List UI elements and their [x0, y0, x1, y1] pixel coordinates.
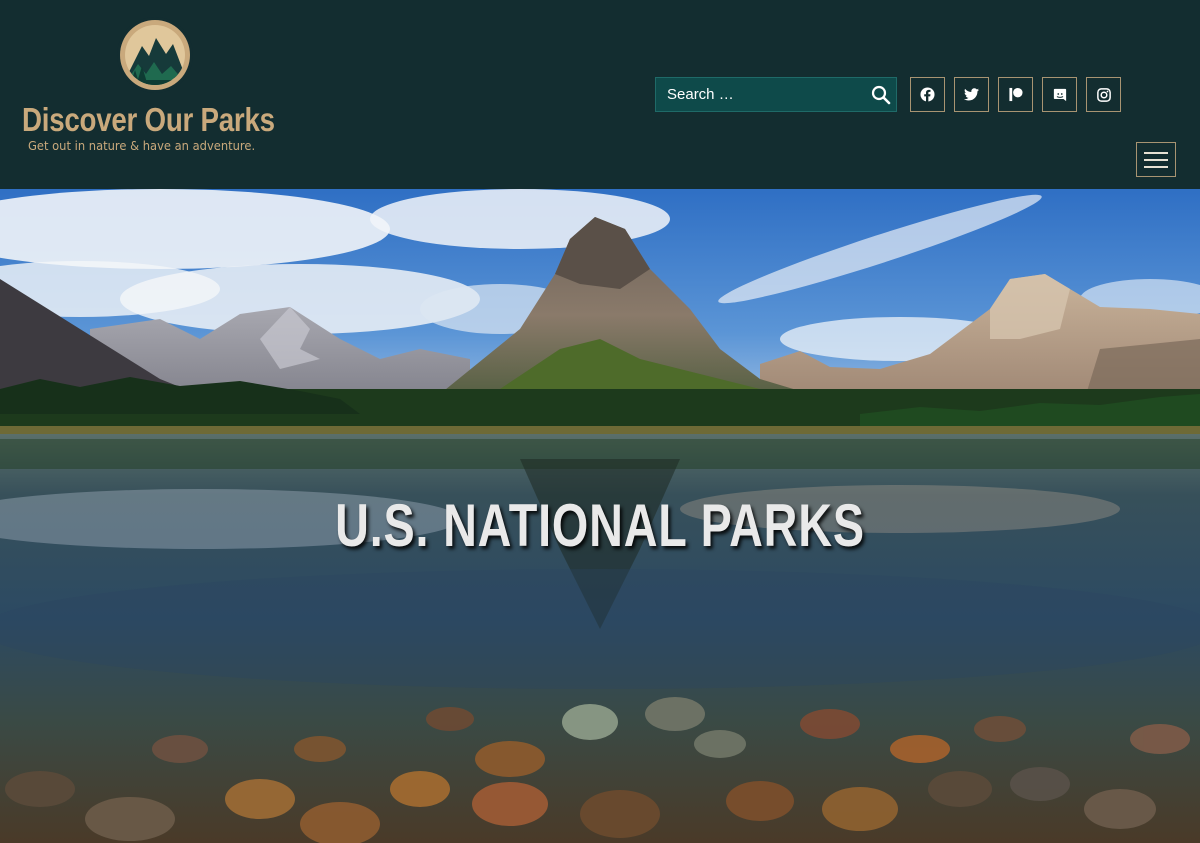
search-icon — [871, 85, 891, 104]
facebook-icon — [920, 87, 935, 102]
patreon-icon — [1009, 87, 1023, 102]
site-logo-link[interactable]: Discover Our Parks Get out in nature & h… — [22, 16, 292, 156]
hero-banner: U.S. NATIONAL PARKS — [0, 189, 1200, 843]
site-title: Discover Our Parks — [22, 101, 275, 138]
search-form — [655, 77, 897, 112]
instagram-link[interactable] — [1086, 77, 1121, 112]
mountain-emblem-icon — [117, 17, 193, 93]
search-input[interactable] — [656, 78, 866, 111]
discord-link[interactable] — [1042, 77, 1077, 112]
twitter-icon — [964, 88, 979, 101]
menu-bar — [1144, 158, 1168, 161]
hero-title: U.S. NATIONAL PARKS — [335, 492, 865, 559]
facebook-link[interactable] — [910, 77, 945, 112]
search-button[interactable] — [866, 78, 896, 111]
instagram-icon — [1096, 87, 1111, 102]
discord-icon — [1053, 88, 1066, 101]
patreon-link[interactable] — [998, 77, 1033, 112]
twitter-link[interactable] — [954, 77, 989, 112]
menu-bar — [1144, 151, 1168, 154]
hamburger-menu-button[interactable] — [1136, 142, 1176, 177]
site-header: Discover Our Parks Get out in nature & h… — [0, 0, 1200, 189]
menu-bar — [1144, 165, 1168, 168]
site-tagline: Get out in nature & have an adventure. — [28, 138, 256, 153]
